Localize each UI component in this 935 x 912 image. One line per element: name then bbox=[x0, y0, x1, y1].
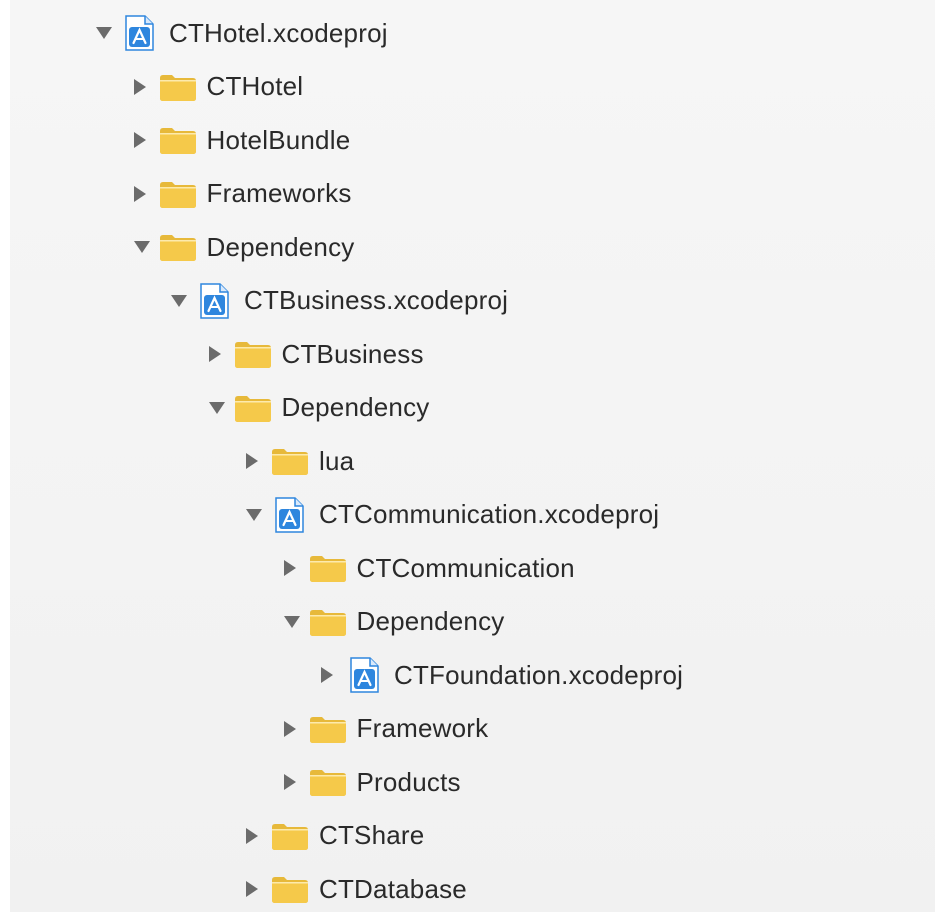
tree-item-label: CTDatabase bbox=[319, 873, 467, 904]
disclosure-collapsed-icon[interactable] bbox=[245, 435, 271, 487]
folder-icon bbox=[159, 72, 197, 102]
tree-item-label: CTHotel bbox=[206, 71, 304, 101]
disclosure-collapsed-icon[interactable] bbox=[245, 863, 271, 912]
tree-row-framework[interactable]: Framework bbox=[283, 703, 489, 755]
folder-icon bbox=[309, 607, 347, 637]
tree-row-cthotel[interactable]: CTHotel bbox=[133, 61, 304, 113]
folder-icon bbox=[271, 446, 309, 476]
tree-item-label: Frameworks bbox=[206, 178, 352, 208]
disclosure-expanded-icon[interactable] bbox=[95, 7, 121, 59]
folder-icon bbox=[309, 767, 347, 797]
project-navigator: CTHotel.xcodeproj CTHotel HotelBundle Frame… bbox=[0, 0, 935, 912]
folder-icon bbox=[309, 714, 347, 744]
folder-icon bbox=[309, 553, 347, 583]
disclosure-collapsed-icon[interactable] bbox=[283, 542, 309, 594]
xcodeproj-icon bbox=[121, 15, 159, 51]
folder-icon bbox=[271, 821, 309, 851]
tree-row-ctcommunication-xcodeproj[interactable]: CTCommunication.xcodeproj bbox=[245, 489, 659, 541]
tree-item-label: Products bbox=[356, 766, 461, 797]
tree-item-label: CTBusiness bbox=[281, 338, 424, 369]
tree-item-label: HotelBundle bbox=[206, 124, 351, 155]
tree-row-products[interactable]: Products bbox=[283, 756, 461, 808]
tree-row-ctbusiness-xcodeproj[interactable]: CTBusiness.xcodeproj bbox=[170, 275, 508, 327]
disclosure-expanded-icon[interactable] bbox=[208, 382, 234, 434]
disclosure-collapsed-icon[interactable] bbox=[283, 756, 309, 808]
folder-icon bbox=[271, 874, 309, 904]
disclosure-collapsed-icon[interactable] bbox=[133, 61, 159, 113]
disclosure-expanded-icon[interactable] bbox=[133, 221, 159, 273]
folder-icon bbox=[159, 232, 197, 262]
tree-item-label: Dependency bbox=[356, 606, 505, 636]
tree-item-label: CTHotel.xcodeproj bbox=[169, 17, 388, 48]
tree-row-hotelbundle[interactable]: HotelBundle bbox=[133, 114, 351, 166]
tree-row-dependency[interactable]: Dependency bbox=[133, 221, 355, 273]
tree-row-dependency[interactable]: Dependency bbox=[208, 382, 430, 434]
tree-item-label: Framework bbox=[356, 713, 489, 743]
folder-icon bbox=[159, 179, 197, 209]
xcodeproj-icon bbox=[346, 657, 384, 693]
disclosure-collapsed-icon[interactable] bbox=[245, 810, 271, 862]
disclosure-expanded-icon[interactable] bbox=[283, 596, 309, 648]
disclosure-expanded-icon[interactable] bbox=[245, 489, 271, 541]
xcodeproj-icon bbox=[196, 282, 234, 319]
folder-icon bbox=[234, 339, 272, 369]
tree-item-label: CTFoundation.xcodeproj bbox=[394, 659, 684, 690]
tree-row-frameworks[interactable]: Frameworks bbox=[133, 168, 352, 220]
folder-icon bbox=[159, 125, 197, 155]
disclosure-collapsed-icon[interactable] bbox=[133, 114, 159, 166]
tree-item-label: CTCommunication bbox=[356, 552, 575, 583]
disclosure-collapsed-icon[interactable] bbox=[283, 703, 309, 755]
tree-row-lua[interactable]: lua bbox=[245, 435, 354, 487]
tree-item-label: CTShare bbox=[319, 820, 425, 850]
tree-item-label: CTBusiness.xcodeproj bbox=[244, 285, 509, 315]
left-edge bbox=[0, 0, 10, 912]
disclosure-collapsed-icon[interactable] bbox=[208, 328, 234, 380]
tree-item-label: CTCommunication.xcodeproj bbox=[319, 499, 660, 529]
xcodeproj-icon bbox=[271, 496, 309, 533]
disclosure-collapsed-icon[interactable] bbox=[320, 649, 346, 701]
tree-item-label: lua bbox=[319, 445, 355, 476]
tree-row-dependency[interactable]: Dependency bbox=[283, 596, 505, 648]
folder-icon bbox=[234, 393, 272, 423]
tree-item-label: Dependency bbox=[281, 392, 430, 422]
tree-item-label: Dependency bbox=[206, 231, 355, 262]
tree-row-ctfoundation-xcodeproj[interactable]: CTFoundation.xcodeproj bbox=[320, 649, 683, 701]
tree-row-cthotel-xcodeproj[interactable]: CTHotel.xcodeproj bbox=[95, 7, 388, 59]
tree-row-ctdatabase[interactable]: CTDatabase bbox=[245, 863, 467, 912]
disclosure-expanded-icon[interactable] bbox=[170, 275, 196, 327]
disclosure-collapsed-icon[interactable] bbox=[133, 168, 159, 220]
tree-row-ctbusiness[interactable]: CTBusiness bbox=[208, 328, 424, 380]
tree-row-ctcommunication[interactable]: CTCommunication bbox=[283, 542, 575, 594]
tree-row-ctshare[interactable]: CTShare bbox=[245, 810, 424, 862]
